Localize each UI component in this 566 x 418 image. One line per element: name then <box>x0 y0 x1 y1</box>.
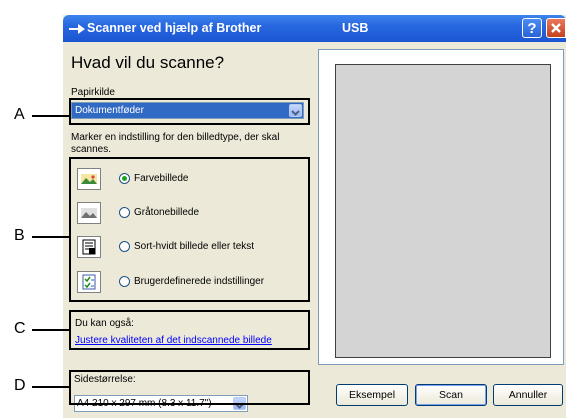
callout-label-a: A <box>14 106 25 123</box>
help-button[interactable]: ? <box>522 18 542 38</box>
scan-button[interactable]: Scan <box>415 384 487 406</box>
callout-box-d <box>69 370 310 405</box>
window-title-usb: USB <box>342 21 369 35</box>
callout-box-b <box>69 157 310 302</box>
callout-line-d <box>32 386 69 388</box>
cancel-button[interactable]: Annuller <box>493 384 563 406</box>
instruction-text-1: Marker en indstilling for den billedtype… <box>71 132 280 143</box>
callout-line-c <box>32 329 69 331</box>
window-title: Scanner ved hjælp af Brother <box>87 21 262 35</box>
preview-area <box>318 49 564 365</box>
preview-page <box>335 64 551 358</box>
close-icon <box>551 23 561 33</box>
callout-line-b <box>32 236 69 238</box>
close-button[interactable] <box>546 18 566 38</box>
scanner-app-icon <box>69 24 85 34</box>
callout-line-a <box>32 115 69 117</box>
source-label: Papirkilde <box>71 87 115 98</box>
callout-box-a <box>69 98 310 125</box>
callout-box-c <box>69 310 310 350</box>
preview-button[interactable]: Eksempel <box>336 384 408 406</box>
title-bar[interactable]: Scanner ved hjælp af Brother USB ? <box>63 15 566 42</box>
instruction-text-2: scannes. <box>71 144 112 155</box>
page-heading: Hvad vil du scanne? <box>71 53 225 72</box>
callout-label-b: B <box>14 227 25 244</box>
callout-label-d: D <box>14 377 26 394</box>
callout-label-c: C <box>14 320 26 337</box>
